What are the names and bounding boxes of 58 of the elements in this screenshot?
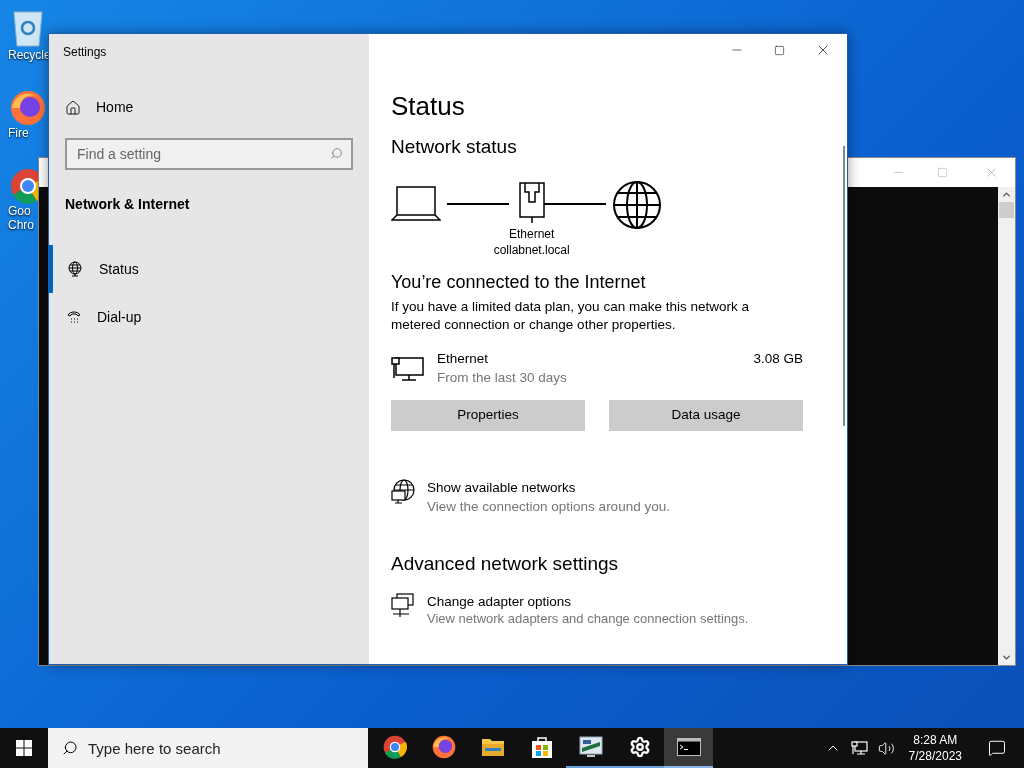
scroll-thumb[interactable]: [999, 202, 1014, 218]
nav-item[interactable]: Dial-up: [49, 293, 369, 341]
globe-monitor-icon: [391, 479, 415, 505]
action-button[interactable]: Data usage: [609, 400, 803, 431]
network-icon[interactable]: [850, 740, 868, 756]
notifications-icon[interactable]: [988, 739, 1006, 757]
clock[interactable]: 8:28 AM 7/28/2023: [904, 732, 966, 764]
firefox-icon: [10, 90, 46, 126]
search-icon: [330, 147, 343, 160]
setting-link-subtitle: View the connection options around you.: [427, 498, 670, 516]
globe-icon: [67, 261, 83, 277]
search-icon: [62, 740, 78, 756]
maximize-icon[interactable]: [774, 44, 785, 56]
connection-line: [544, 203, 607, 205]
data-usage-amount: 3.08 GB: [753, 350, 803, 368]
chrome-icon: [382, 735, 407, 759]
monitor-app-icon: [578, 736, 603, 758]
taskbar-app-button[interactable]: [664, 728, 713, 768]
folder-icon: [480, 737, 505, 757]
globe-icon: [612, 180, 663, 230]
windows-logo-icon: [16, 740, 32, 756]
connection-name: Ethernet: [437, 350, 489, 368]
status-description: If you have a limited data plan, you can make this network a metered connection or change other properties.: [391, 298, 750, 334]
recycle-bin-icon: [10, 8, 46, 48]
setting-link-subtitle: View network adapters and change connection settings.: [427, 611, 749, 627]
connection-line: [447, 203, 509, 205]
home-nav-item[interactable]: Home: [65, 97, 134, 118]
status-heading: You’re connected to the Internet: [391, 271, 646, 294]
section-heading: Network & Internet: [65, 195, 190, 214]
setting-link-title[interactable]: Change adapter options: [427, 593, 572, 611]
scroll-up-icon[interactable]: [1001, 189, 1012, 200]
section-heading: Network status: [391, 135, 517, 159]
home-icon: [65, 99, 81, 116]
section-heading: Advanced network settings: [391, 552, 619, 576]
adapter-name: Ethernet: [509, 226, 555, 242]
network-domain: collabnet.local: [493, 242, 570, 258]
scrollbar-thumb[interactable]: [843, 146, 845, 426]
volume-icon[interactable]: [877, 739, 895, 757]
laptop-icon: [391, 186, 441, 222]
network-adapters-icon: [391, 593, 415, 619]
dial-up-phone-icon: [67, 310, 81, 324]
desktop-icon-label[interactable]: Chro: [8, 218, 34, 232]
connection-subtitle: From the last 30 days: [437, 369, 567, 387]
search-field[interactable]: Find a setting: [65, 138, 353, 170]
scroll-down-icon[interactable]: [1001, 652, 1012, 663]
terminal-icon: [676, 738, 701, 756]
store-bag-icon: [530, 735, 553, 759]
taskbar-search-field[interactable]: Type here to search: [48, 728, 368, 768]
ethernet-port-icon: [517, 182, 546, 224]
desktop-icon-label[interactable]: Fire: [8, 126, 29, 140]
setting-link-title[interactable]: Show available networks: [427, 479, 576, 497]
desktop-icon-label[interactable]: Goo: [8, 204, 31, 218]
settings-icon: [628, 736, 651, 758]
firefox-icon: [431, 735, 456, 759]
window-title: Settings: [63, 44, 107, 61]
action-button[interactable]: Properties: [391, 400, 585, 431]
page-title: Status: [391, 90, 465, 122]
ethernet-monitor-icon: [391, 356, 425, 382]
